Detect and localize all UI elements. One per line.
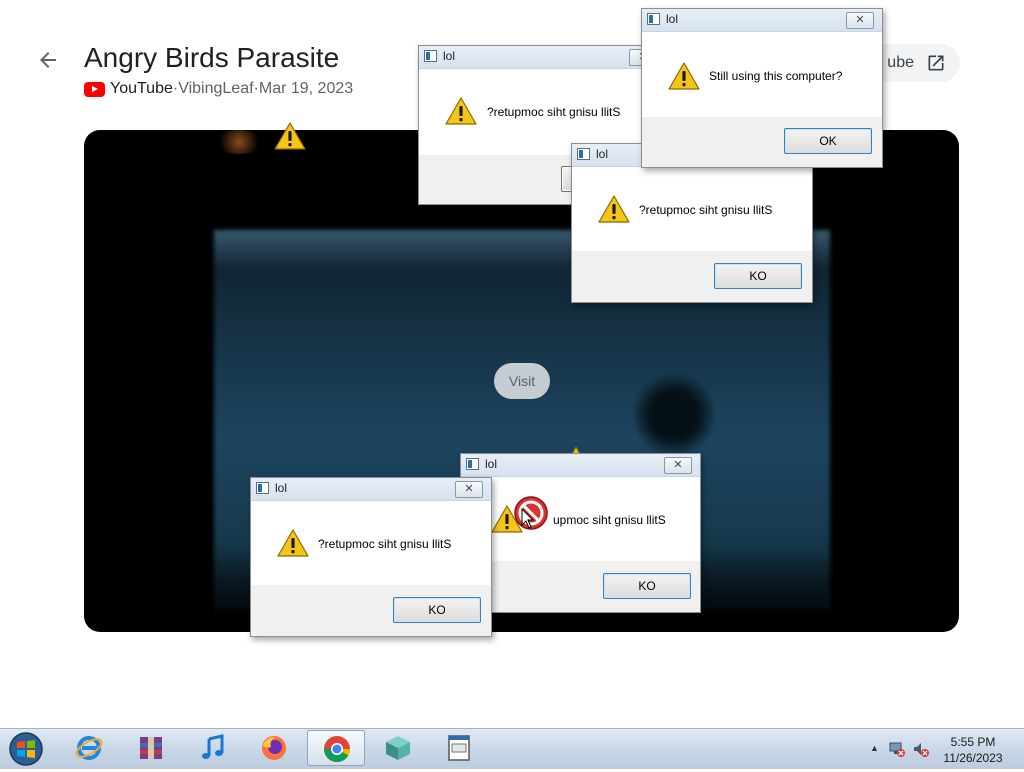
warning-icon (277, 529, 309, 557)
dialog-title: lol (443, 49, 456, 63)
dialog-message: Still using this computer? (709, 69, 843, 83)
taskbar-firefox[interactable] (245, 730, 303, 766)
visit-button[interactable]: Visit (494, 363, 550, 399)
dialog-body: Still using this computer? (642, 32, 882, 117)
dialog-message: upmoc siht gnisu llitS (553, 513, 666, 527)
message-dialog[interactable]: lol ✕ upmoc siht gnisu llitS KO (460, 453, 701, 613)
dialog-body: upmoc siht gnisu llitS (461, 477, 700, 561)
app-window-icon (647, 13, 660, 25)
winrar-icon (140, 737, 162, 759)
dialog-message: ?retupmoc siht gnisu llitS (318, 537, 452, 551)
internet-explorer-icon (75, 736, 103, 760)
dialog-button[interactable]: KO (603, 573, 691, 599)
taskbar-program-window[interactable] (430, 730, 488, 766)
dialog-titlebar[interactable]: lol ✕ (461, 454, 700, 477)
taskbar-3d-cube-app[interactable] (369, 730, 427, 766)
dialog-body: ?retupmoc siht gnisu llitS (251, 501, 491, 585)
close-button[interactable]: ✕ (455, 481, 483, 498)
message-dialog[interactable]: lol ✕ ?retupmoc siht gnisu llitS KO (250, 477, 492, 637)
warning-icon (274, 122, 306, 150)
channel-name: VibingLeaf (178, 80, 254, 97)
source-label: YouTube (110, 80, 173, 97)
app-window-icon (424, 50, 437, 62)
open-label: ube (887, 54, 914, 71)
video-meta: YouTube · VibingLeaf · Mar 19, 2023 (84, 80, 353, 98)
itunes-icon (202, 734, 224, 759)
dialog-message: ?retupmoc siht gnisu llitS (487, 105, 621, 119)
warning-icon (668, 62, 700, 90)
dialog-button[interactable]: OK (784, 128, 872, 154)
app-window-icon (466, 458, 479, 470)
show-hidden-icons-button[interactable]: ▲ (870, 743, 879, 753)
taskbar-winrar[interactable] (122, 730, 180, 766)
dialog-button[interactable]: KO (714, 263, 802, 289)
taskbar-internet-explorer[interactable] (60, 730, 118, 766)
page-title: Angry Birds Parasite (84, 42, 340, 73)
warning-icon (598, 195, 630, 223)
dialog-button[interactable]: KO (393, 597, 481, 623)
dialog-title: lol (485, 457, 498, 471)
dialog-titlebar[interactable]: lol ✕ (642, 9, 882, 32)
video-blur-highlight (214, 130, 264, 154)
youtube-icon (84, 81, 105, 97)
publish-date: Mar 19, 2023 (258, 80, 354, 97)
program-window-icon (448, 735, 470, 761)
chrome-icon (323, 736, 351, 763)
dialog-titlebar[interactable]: lol ✕ (251, 478, 491, 501)
external-link-icon (928, 55, 944, 71)
dialog-title: lol (666, 12, 679, 26)
taskbar-itunes[interactable] (184, 730, 242, 766)
dialog-body: ?retupmoc siht gnisu llitS (572, 167, 812, 251)
dialog-message: ?retupmoc siht gnisu llitS (639, 203, 773, 217)
message-dialog[interactable]: lol ✕ Still using this computer? OK (641, 8, 883, 168)
start-button[interactable] (4, 731, 48, 767)
warning-icon (445, 97, 477, 125)
app-window-icon (577, 148, 590, 160)
clock-date: 11/26/2023 (943, 751, 1003, 765)
dialog-titlebar[interactable]: lol ✕ (419, 46, 665, 69)
3d-cube-app-icon (386, 736, 410, 760)
close-button[interactable]: ✕ (664, 457, 692, 474)
app-window-icon (256, 482, 269, 494)
close-button[interactable]: ✕ (846, 12, 874, 29)
back-arrow-icon[interactable] (36, 48, 60, 72)
system-tray: ▲ 5:55 PM 11/26/2023 (868, 729, 1024, 769)
mouse-cursor-icon (521, 508, 535, 529)
firefox-icon (262, 736, 286, 760)
dialog-title: lol (275, 481, 288, 495)
taskbar: ▲ 5:55 PM 11/26/2023 (0, 728, 1024, 769)
network-error-icon[interactable] (888, 740, 906, 758)
dialog-title: lol (596, 147, 609, 161)
clock-time: 5:55 PM (950, 735, 996, 749)
taskbar-clock[interactable]: 5:55 PM 11/26/2023 (928, 734, 1018, 766)
taskbar-chrome[interactable] (307, 730, 365, 766)
